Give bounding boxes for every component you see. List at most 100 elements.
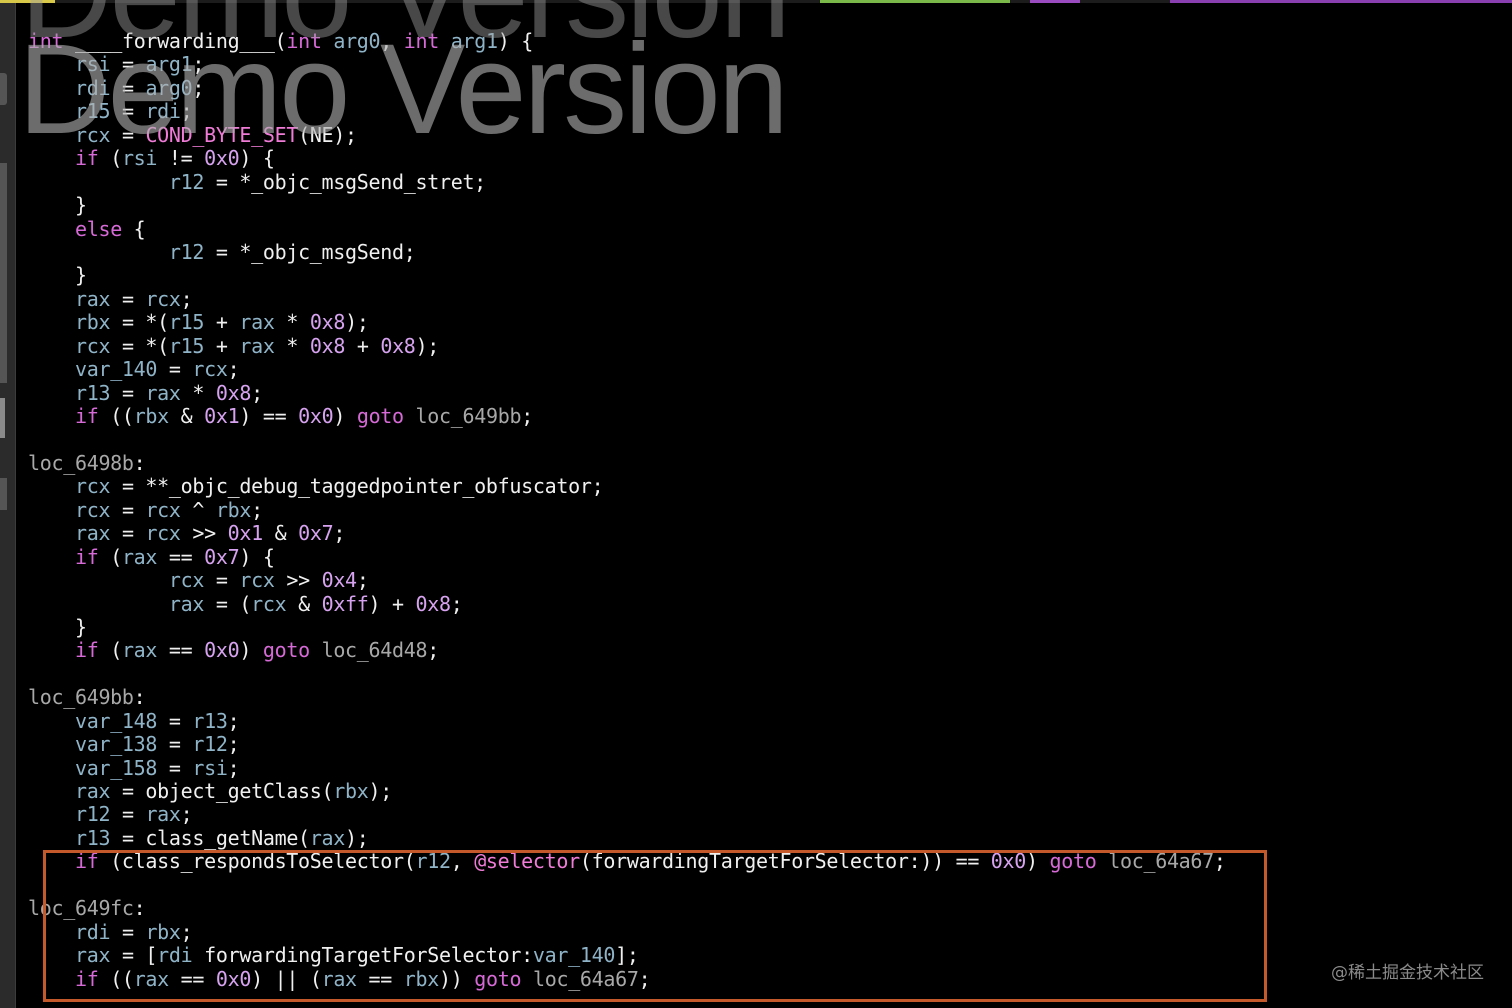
code-line[interactable]: rax = (rcx & 0xff) + 0x8; xyxy=(28,592,1226,616)
code-line[interactable] xyxy=(28,663,1226,686)
variable-token[interactable]: rsi xyxy=(122,146,158,170)
code-line[interactable]: r12 = rax; xyxy=(28,803,1226,826)
code-line[interactable]: var_140 = rcx; xyxy=(28,357,1226,381)
code-line[interactable]: rsi = arg1; xyxy=(28,53,1226,76)
code-line[interactable]: rcx = COND_BYTE_SET(NE); xyxy=(28,123,1226,147)
variable-token[interactable]: rax xyxy=(75,287,111,311)
variable-token[interactable]: r12 xyxy=(192,732,228,756)
variable-token[interactable]: arg1 xyxy=(145,52,192,76)
variable-token[interactable]: rdi xyxy=(75,76,111,100)
variable-token[interactable]: rcx xyxy=(75,334,111,358)
code-line[interactable]: loc_649fc: xyxy=(28,896,1226,920)
code-line[interactable]: rdi = rbx; xyxy=(28,920,1226,944)
code-line[interactable]: } xyxy=(28,615,1226,639)
variable-token[interactable]: rax xyxy=(75,521,111,545)
label-token[interactable]: loc_649bb xyxy=(28,685,134,709)
variable-token[interactable]: rax xyxy=(75,779,111,803)
code-line[interactable]: var_138 = r12; xyxy=(28,732,1226,756)
variable-token[interactable]: var_158 xyxy=(75,756,157,780)
code-line[interactable]: rcx = **_objc_debug_taggedpointer_obfusc… xyxy=(28,475,1226,498)
variable-token[interactable]: rax xyxy=(239,310,275,334)
variable-token[interactable]: var_140 xyxy=(75,357,157,381)
code-line[interactable]: r13 = rax * 0x8; xyxy=(28,381,1226,405)
variable-token[interactable]: rax xyxy=(310,826,346,850)
variable-token[interactable]: rcx xyxy=(239,568,275,592)
code-line[interactable]: int ____forwarding___(int arg0, int arg1… xyxy=(28,29,1226,53)
variable-token[interactable]: rax xyxy=(169,592,205,616)
variable-token[interactable]: arg1 xyxy=(451,29,498,53)
code-line[interactable]: r13 = class_getName(rax); xyxy=(28,826,1226,850)
variable-token[interactable]: r12 xyxy=(415,849,451,873)
variable-token[interactable]: var_138 xyxy=(75,732,157,756)
variable-token[interactable]: var_148 xyxy=(75,709,157,733)
code-line[interactable]: r15 = rdi; xyxy=(28,100,1226,123)
code-line[interactable]: rax = rcx; xyxy=(28,287,1226,311)
variable-token[interactable]: rcx xyxy=(192,357,228,381)
variable-token[interactable]: rax xyxy=(145,381,181,405)
variable-token[interactable]: r12 xyxy=(169,170,205,194)
code-line[interactable]: var_148 = r13; xyxy=(28,709,1226,733)
variable-token[interactable]: rdi xyxy=(157,943,193,967)
variable-token[interactable]: rbx xyxy=(134,404,170,428)
variable-token[interactable]: rcx xyxy=(169,568,205,592)
variable-token[interactable]: rbx xyxy=(216,498,252,522)
variable-token[interactable]: rcx xyxy=(145,498,181,522)
label-token[interactable]: loc_64a67 xyxy=(533,967,639,991)
code-line[interactable]: else { xyxy=(28,217,1226,241)
variable-token[interactable]: rbx xyxy=(75,310,111,334)
code-line[interactable] xyxy=(28,428,1226,451)
variable-token[interactable]: rcx xyxy=(75,474,111,498)
variable-token[interactable]: rax xyxy=(239,334,275,358)
code-line[interactable]: if (rax == 0x7) { xyxy=(28,545,1226,569)
variable-token[interactable]: rax xyxy=(145,802,181,826)
code-line[interactable]: rcx = *(r15 + rax * 0x8 + 0x8); xyxy=(28,334,1226,358)
variable-token[interactable]: r15 xyxy=(75,99,111,123)
label-token[interactable]: loc_64a67 xyxy=(1108,849,1214,873)
code-line[interactable]: rax = [rdi forwardingTargetForSelector:v… xyxy=(28,943,1226,967)
code-line[interactable]: loc_649bb: xyxy=(28,686,1226,709)
variable-token[interactable]: rcx xyxy=(145,521,181,545)
code-line[interactable]: loc_6498b: xyxy=(28,451,1226,475)
code-line[interactable]: var_158 = rsi; xyxy=(28,756,1226,780)
code-line[interactable]: rcx = rcx ^ rbx; xyxy=(28,498,1226,522)
pseudocode-view[interactable]: int ____forwarding___(int arg0, int arg1… xyxy=(28,29,1226,991)
code-line[interactable] xyxy=(28,874,1226,897)
code-line[interactable]: } xyxy=(28,193,1226,217)
variable-token[interactable]: rdi xyxy=(145,99,181,123)
variable-token[interactable]: r12 xyxy=(169,240,205,264)
label-token[interactable]: loc_649fc xyxy=(28,896,134,920)
code-line[interactable]: if (rax == 0x0) goto loc_64d48; xyxy=(28,639,1226,662)
variable-token[interactable]: r13 xyxy=(75,826,111,850)
code-line[interactable]: rax = rcx >> 0x1 & 0x7; xyxy=(28,521,1226,545)
code-line[interactable]: if ((rbx & 0x1) == 0x0) goto loc_649bb; xyxy=(28,404,1226,428)
variable-token[interactable]: rsi xyxy=(75,52,111,76)
variable-token[interactable]: arg0 xyxy=(145,76,192,100)
code-line[interactable]: rax = object_getClass(rbx); xyxy=(28,779,1226,803)
code-line[interactable]: if (rsi != 0x0) { xyxy=(28,146,1226,170)
code-line[interactable]: r12 = *_objc_msgSend_stret; xyxy=(28,170,1226,194)
code-line[interactable]: if ((rax == 0x0) || (rax == rbx)) goto l… xyxy=(28,967,1226,991)
variable-token[interactable]: r15 xyxy=(169,310,205,334)
variable-token[interactable]: rax xyxy=(134,967,170,991)
label-token[interactable]: loc_64d48 xyxy=(322,638,428,662)
code-line[interactable]: } xyxy=(28,264,1226,287)
variable-token[interactable]: r12 xyxy=(75,802,111,826)
variable-token[interactable]: rdi xyxy=(75,920,111,944)
variable-token[interactable]: r15 xyxy=(169,334,205,358)
code-line[interactable]: if (class_respondsToSelector(r12, @selec… xyxy=(28,850,1226,873)
variable-token[interactable]: rbx xyxy=(333,779,369,803)
variable-token[interactable]: rcx xyxy=(145,287,181,311)
variable-token[interactable]: rcx xyxy=(251,592,287,616)
variable-token[interactable]: rax xyxy=(122,545,158,569)
variable-token[interactable]: arg0 xyxy=(333,29,380,53)
code-line[interactable]: r12 = *_objc_msgSend; xyxy=(28,240,1226,264)
code-line[interactable]: rcx = rcx >> 0x4; xyxy=(28,568,1226,592)
variable-token[interactable]: rbx xyxy=(145,920,181,944)
variable-token[interactable]: rax xyxy=(122,638,158,662)
label-token[interactable]: loc_649bb xyxy=(416,404,522,428)
variable-token[interactable]: rsi xyxy=(192,756,228,780)
label-token[interactable]: loc_6498b xyxy=(28,451,134,475)
code-line[interactable]: rdi = arg0; xyxy=(28,76,1226,100)
variable-token[interactable]: rax xyxy=(75,943,111,967)
code-line[interactable]: rbx = *(r15 + rax * 0x8); xyxy=(28,311,1226,334)
